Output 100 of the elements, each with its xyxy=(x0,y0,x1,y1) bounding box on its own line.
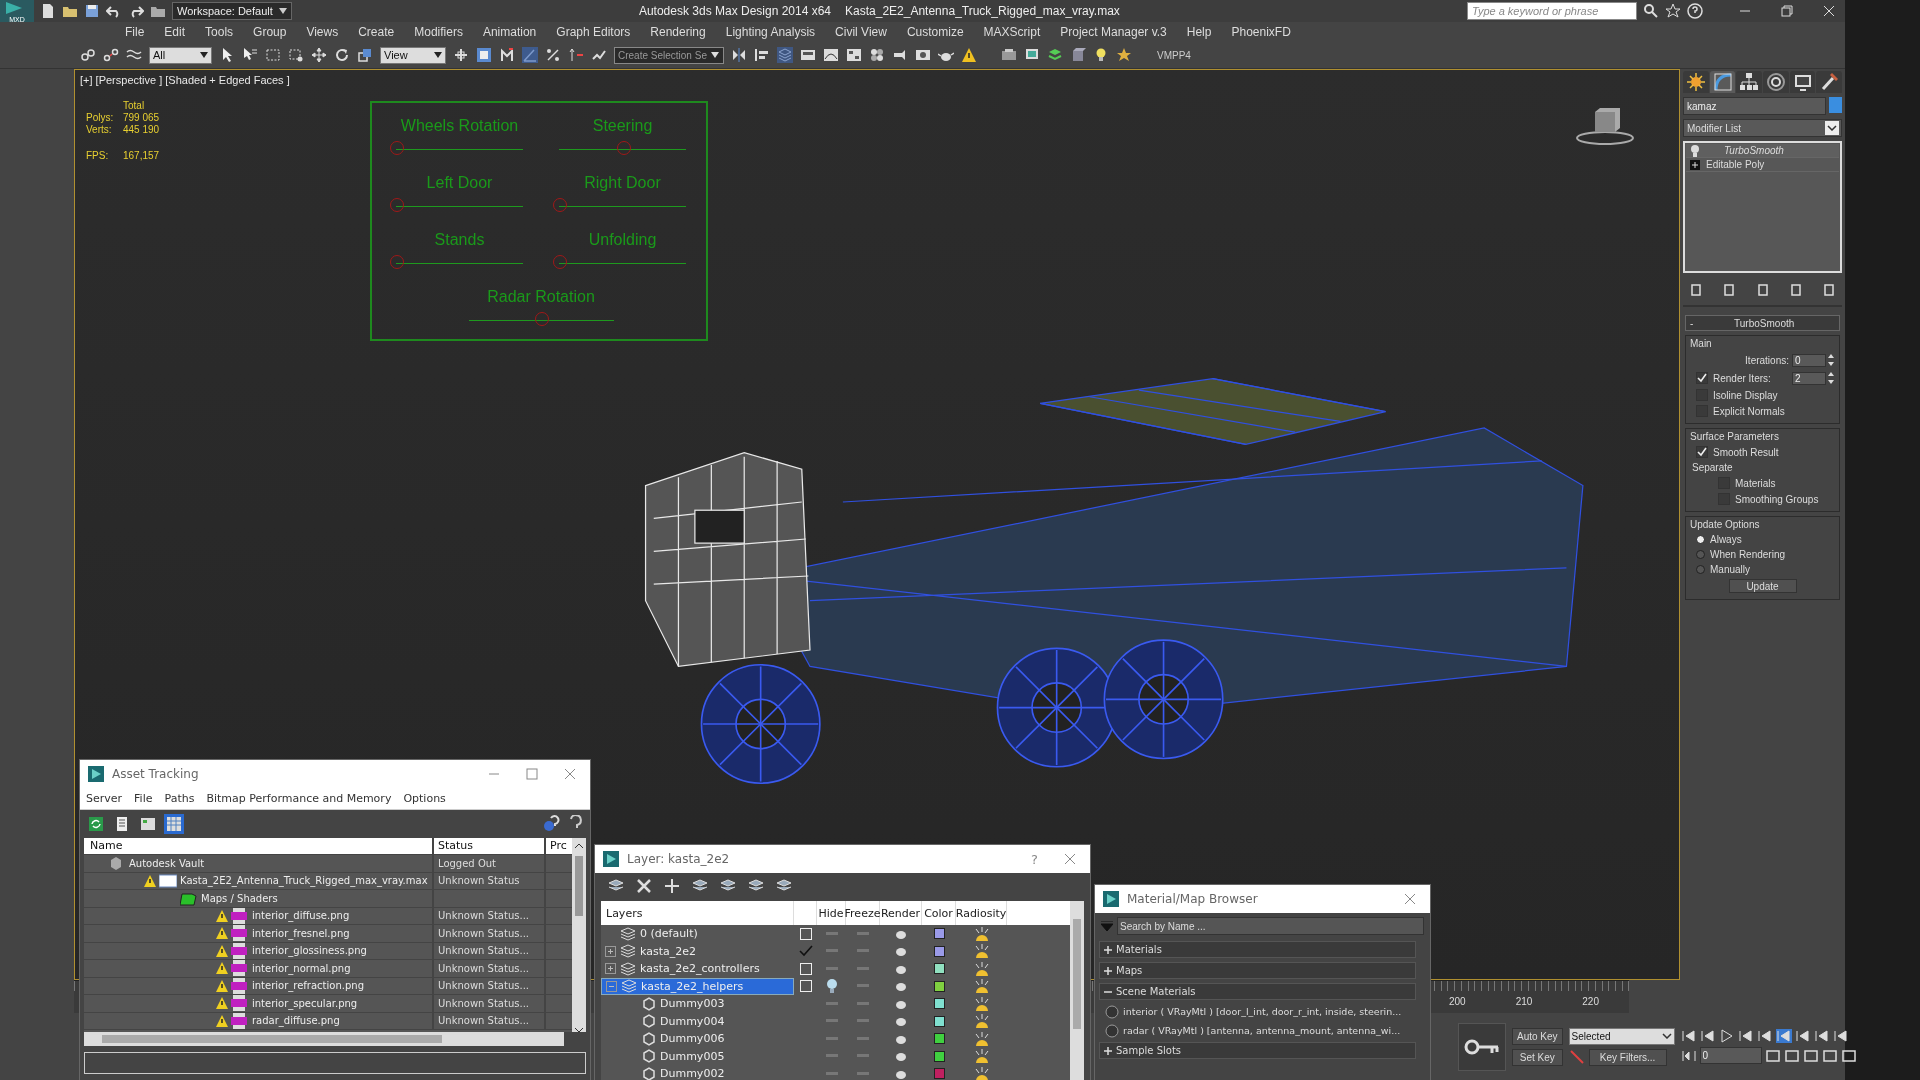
hammer-tab[interactable] xyxy=(1816,71,1843,93)
sun-icon[interactable] xyxy=(973,996,990,1011)
file-name[interactable]: Maps / Shaders xyxy=(201,892,278,904)
color-swatch[interactable] xyxy=(933,928,945,940)
close-icon[interactable] xyxy=(1404,893,1416,905)
scale-icon[interactable] xyxy=(357,47,373,63)
expand-icon[interactable] xyxy=(605,945,616,957)
help-icon[interactable] xyxy=(1687,3,1703,19)
selection-filter-dropdown[interactable]: All xyxy=(149,46,212,64)
layer-row[interactable]: Dummy002 xyxy=(601,1065,794,1080)
key-mode-icon[interactable] xyxy=(1680,1048,1697,1063)
menu-item[interactable]: Group xyxy=(253,25,287,39)
key-filters-button[interactable]: Key Filters... xyxy=(1588,1048,1667,1066)
pivot-icon[interactable] xyxy=(453,47,469,63)
expand-icon[interactable] xyxy=(1690,159,1700,170)
color-swatch[interactable] xyxy=(1829,97,1842,113)
menu-item[interactable]: Paths xyxy=(164,791,195,805)
menu-item[interactable]: Edit xyxy=(164,25,186,39)
radio-button[interactable] xyxy=(1696,535,1705,544)
rings-tab[interactable] xyxy=(1763,71,1789,93)
search-field[interactable]: Search by Name ... xyxy=(1117,917,1424,935)
radio-button[interactable] xyxy=(1696,565,1705,574)
curve-editor-icon[interactable] xyxy=(823,47,839,63)
color-swatch[interactable] xyxy=(933,963,945,975)
table-view-button[interactable] xyxy=(164,813,184,834)
warning-icon[interactable] xyxy=(961,47,977,63)
menu-item[interactable]: Help xyxy=(1186,25,1212,39)
column-header[interactable]: Layers xyxy=(601,901,794,925)
sun-icon[interactable] xyxy=(973,1031,990,1046)
render-frame-icon[interactable] xyxy=(915,47,931,63)
new-file-icon[interactable] xyxy=(40,3,56,19)
layer-row[interactable]: Dummy003 xyxy=(601,995,794,1013)
menu-item[interactable]: MAXScript xyxy=(983,25,1041,39)
menu-item[interactable]: Options xyxy=(403,791,446,805)
file-name[interactable]: Kasta_2E2_Antenna_Truck_Rigged_max_vray.max xyxy=(180,875,428,887)
radio-button[interactable] xyxy=(1696,550,1705,559)
sun-icon[interactable] xyxy=(973,1049,990,1064)
set-key-button[interactable]: Set Key xyxy=(1512,1048,1563,1066)
section-header[interactable]: Maps xyxy=(1099,962,1416,979)
snap-icon[interactable] xyxy=(499,47,515,63)
layer-row[interactable]: Dummy006 xyxy=(601,1030,794,1048)
menu-item[interactable]: Civil View xyxy=(835,25,887,39)
percent-snap-icon[interactable] xyxy=(545,47,561,63)
menu-item[interactable]: Tools xyxy=(205,25,234,39)
expand-icon[interactable] xyxy=(605,963,616,975)
menu-item[interactable]: Lighting Analysis xyxy=(725,25,816,39)
plugin-button[interactable]: VMPP4 xyxy=(1157,49,1191,61)
color-swatch[interactable] xyxy=(933,1050,945,1062)
color-swatch[interactable] xyxy=(933,998,945,1010)
close-icon[interactable] xyxy=(1064,853,1076,865)
restore-icon[interactable] xyxy=(1781,5,1793,17)
stack-icon[interactable] xyxy=(1047,47,1063,63)
menu-item[interactable]: Server xyxy=(86,791,123,805)
column-header[interactable]: Render xyxy=(880,901,922,925)
section-header[interactable]: Sample Slots xyxy=(1099,1042,1416,1059)
sun-icon[interactable] xyxy=(973,926,990,941)
stack-item[interactable]: Editable Poly xyxy=(1686,158,1839,172)
material-editor-icon[interactable] xyxy=(869,47,885,63)
box-icon[interactable] xyxy=(1070,47,1086,63)
material-item[interactable]: interior ( VRayMtl ) [door_l_int, door_r_int, inside, steerin... xyxy=(1099,1004,1416,1019)
link-icon[interactable] xyxy=(80,47,96,63)
help-icon[interactable] xyxy=(542,814,560,833)
delete-icon[interactable] xyxy=(635,877,653,895)
menu-item[interactable]: Project Manager v.3 xyxy=(1060,25,1167,39)
file-name[interactable]: interior_fresnel.png xyxy=(252,927,350,939)
render-icon[interactable] xyxy=(1001,47,1017,63)
stack-item[interactable]: TurboSmooth xyxy=(1686,144,1839,158)
mirror-icon[interactable] xyxy=(731,47,747,63)
layer-row[interactable]: kasta_2e2_helpers xyxy=(601,977,794,995)
menu-item[interactable]: File xyxy=(125,25,145,39)
viewport-label[interactable]: [+] [Perspective ] [Shaded + Edged Faces ] xyxy=(80,74,290,86)
horizontal-scrollbar[interactable] xyxy=(84,1032,564,1047)
star-icon[interactable] xyxy=(1665,3,1681,19)
frame-field[interactable]: 0 xyxy=(1699,1047,1762,1064)
update-button[interactable]: Update xyxy=(1728,579,1797,593)
bulb-icon[interactable] xyxy=(825,978,838,995)
layer-row[interactable]: 0 (default) xyxy=(601,925,794,943)
modifier-list-dropdown[interactable]: Modifier List xyxy=(1683,119,1842,137)
menu-item[interactable]: Create xyxy=(358,25,395,39)
menu-item[interactable]: PhoenixFD xyxy=(1231,25,1291,39)
color-swatch[interactable] xyxy=(933,945,945,957)
schematic-icon[interactable] xyxy=(846,47,862,63)
file-name[interactable]: interior_diffuse.png xyxy=(252,910,350,922)
color-swatch[interactable] xyxy=(933,1033,945,1045)
search-field[interactable]: Type a keyword or phrase xyxy=(1467,2,1637,20)
key-icon[interactable] xyxy=(1458,1022,1506,1071)
color-swatch[interactable] xyxy=(933,980,945,992)
collapse-icon[interactable] xyxy=(606,980,617,992)
object-name-field[interactable]: kamaz xyxy=(1683,97,1826,115)
hierarchy-tab[interactable] xyxy=(1736,71,1762,93)
save-icon[interactable] xyxy=(84,3,100,19)
menu-item[interactable]: Modifiers xyxy=(414,25,463,39)
column-header[interactable]: Prc xyxy=(546,837,572,855)
number-field[interactable]: 0 xyxy=(1792,353,1826,367)
column-header[interactable]: Name xyxy=(84,837,434,855)
color-swatch[interactable] xyxy=(933,1015,945,1027)
file-name[interactable]: interior_glossiness.png xyxy=(252,945,367,957)
section-header[interactable]: Materials xyxy=(1099,941,1416,958)
curve-tab[interactable] xyxy=(1709,71,1736,93)
menu-item[interactable]: File xyxy=(134,791,153,805)
